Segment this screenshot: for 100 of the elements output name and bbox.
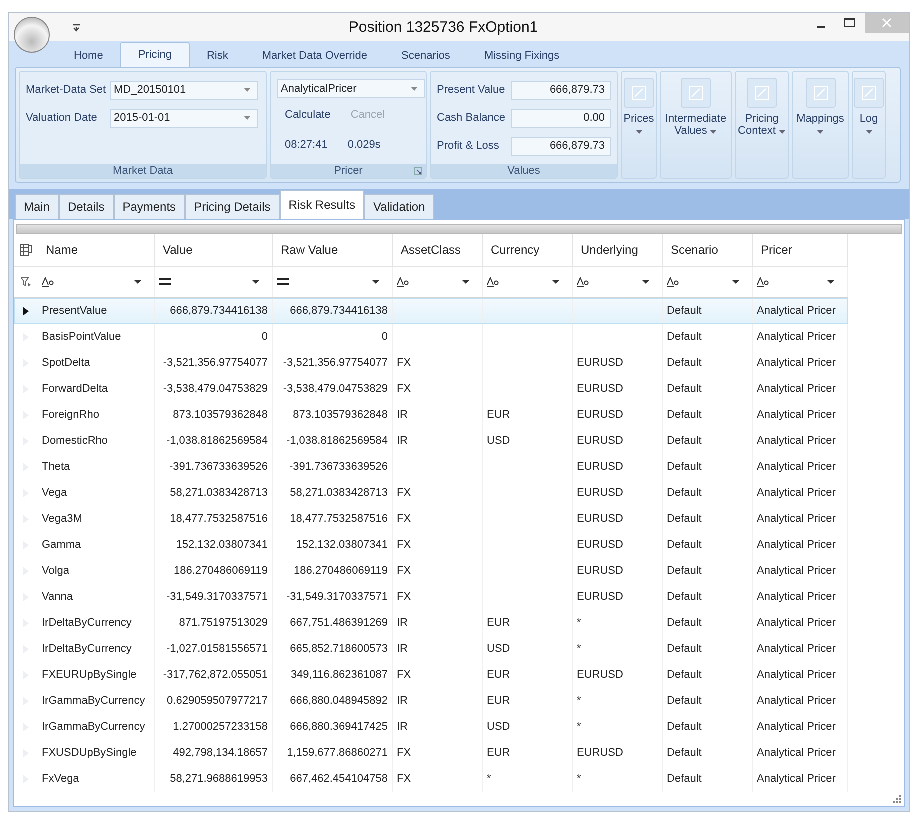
column-chooser-icon[interactable]	[20, 244, 32, 256]
ribbon-button[interactable]: Prices	[621, 71, 657, 179]
table-cell: Default	[667, 461, 702, 473]
table-cell: -1,038.81862569584	[166, 435, 268, 447]
table-cell: -317,762,872.055051	[163, 669, 268, 681]
application-menu-button[interactable]	[14, 17, 50, 53]
document-tab[interactable]: Main	[15, 194, 60, 219]
ribbon-tab[interactable]: Pricing	[120, 42, 190, 67]
column-header[interactable]: Scenario	[663, 234, 753, 266]
table-cell: 152,132.03807341	[296, 539, 388, 551]
ribbon-tab[interactable]: Missing Fixings	[467, 45, 577, 67]
table-cell: *	[577, 695, 582, 707]
dropdown-caret-icon[interactable]	[252, 280, 260, 284]
document-tab[interactable]: Risk Results	[280, 190, 364, 219]
text-filter-icon[interactable]	[397, 277, 409, 287]
equals-filter-icon[interactable]	[277, 278, 289, 286]
ribbon-tab[interactable]: Market Data Override	[245, 45, 385, 67]
column-header[interactable]: Value	[155, 234, 273, 266]
table-cell: 186.270486069119	[174, 565, 268, 577]
dropdown-caret-icon[interactable]	[372, 280, 380, 284]
table-cell: FXEURUpBySingle	[42, 669, 137, 681]
minimize-icon	[817, 26, 825, 28]
table-cell: 873.103579362848	[173, 409, 268, 421]
table-cell: IR	[397, 721, 408, 733]
text-filter-icon[interactable]	[757, 277, 769, 287]
table-cell: PresentValue	[42, 305, 108, 317]
ribbon-button[interactable]: Calculate	[285, 109, 331, 121]
text-filter-icon[interactable]	[577, 277, 589, 287]
column-header[interactable]: Underlying	[573, 234, 663, 266]
table-cell: -1,027.01581556571	[166, 643, 268, 655]
caret-icon	[411, 86, 418, 90]
maximize-icon	[844, 18, 854, 28]
dropdown-caret-icon[interactable]	[134, 280, 142, 284]
text-filter-icon[interactable]	[487, 277, 499, 287]
ribbon-tab[interactable]: Home	[57, 45, 120, 67]
table-cell: Default	[667, 643, 702, 655]
text-filter-icon[interactable]	[667, 277, 679, 287]
table-cell: EUR	[487, 409, 510, 421]
table-cell: IR	[397, 695, 408, 707]
table-cell: Analytical Pricer	[757, 539, 836, 551]
document-tab[interactable]: Validation	[364, 194, 434, 219]
ribbon-button[interactable]: Pricing Context	[735, 71, 789, 179]
dropdown-field[interactable]: AnalyticalPricer	[277, 79, 425, 98]
selected-row[interactable]: PresentValue 666,879.734416138 666,879.734416138 Default Analytical Pricer	[14, 298, 848, 324]
customize-toolbar-icon[interactable]	[73, 22, 80, 32]
resize-grip-icon[interactable]	[892, 794, 901, 803]
dropdown-caret-icon[interactable]	[552, 280, 560, 284]
document-tab[interactable]: Payments	[114, 194, 186, 219]
caret-icon	[244, 88, 251, 92]
caret-icon	[244, 116, 251, 120]
column-header[interactable]: Raw Value	[273, 234, 393, 266]
table-cell: Default	[667, 747, 702, 759]
table-cell: ForeignRho	[42, 409, 100, 421]
ribbon-tab[interactable]: Scenarios	[384, 45, 468, 67]
table-cell: Analytical Pricer	[757, 513, 836, 525]
column-header[interactable]: Pricer	[753, 234, 848, 266]
dropdown-field[interactable]: 2015-01-01	[110, 108, 258, 128]
table-cell: 18,477.7532587516	[170, 513, 268, 525]
dropdown-caret-icon[interactable]	[642, 280, 650, 284]
equals-filter-icon[interactable]	[159, 278, 171, 286]
table-cell: Analytical Pricer	[757, 747, 836, 759]
value-field[interactable]: 0.00	[511, 108, 611, 128]
table-cell: Analytical Pricer	[757, 721, 836, 733]
table-cell: EURUSD	[577, 565, 624, 577]
ribbon-button[interactable]: Mappings	[792, 71, 849, 179]
table-cell: Analytical Pricer	[757, 695, 836, 707]
ribbon-button[interactable]: Intermediate Values	[660, 71, 732, 179]
table-cell: FX	[397, 383, 412, 395]
table-cell: EURUSD	[577, 669, 624, 681]
document-tab[interactable]: Details	[59, 194, 114, 219]
table-cell: Default	[667, 383, 702, 395]
table-cell: 665,852.718600573	[290, 643, 388, 655]
table-cell: FX	[397, 591, 412, 603]
table-cell: Default	[667, 669, 702, 681]
document-tab[interactable]: Pricing Details	[185, 194, 280, 219]
table-cell: 666,879.734416138	[170, 305, 268, 317]
value-field[interactable]: 666,879.73	[511, 80, 611, 100]
column-header[interactable]: AssetClass	[393, 234, 483, 266]
group-label: Values	[431, 164, 617, 178]
table-cell: FX	[397, 669, 412, 681]
value-field[interactable]: 666,879.73	[511, 136, 611, 156]
table-cell: 666,879.734416138	[290, 305, 388, 317]
ribbon-button[interactable]: Log	[852, 71, 886, 179]
dropdown-caret-icon[interactable]	[462, 280, 470, 284]
table-cell: 1,159,677.86860271	[287, 747, 388, 759]
dropdown-caret-icon[interactable]	[732, 280, 740, 284]
table-cell: EURUSD	[577, 409, 624, 421]
dropdown-field[interactable]: MD_20150101	[110, 80, 258, 100]
column-header[interactable]: Name	[38, 234, 155, 266]
dialog-launcher-icon[interactable]	[414, 167, 422, 175]
table-cell: EUR	[487, 669, 510, 681]
filter-icon[interactable]	[21, 277, 31, 287]
table-cell: 58,271.9688619953	[170, 773, 268, 785]
column-header[interactable]: Currency	[483, 234, 573, 266]
table-cell: Analytical Pricer	[757, 435, 836, 447]
table-cell: -3,538,479.04753829	[163, 383, 268, 395]
table-cell: -1,038.81862569584	[286, 435, 388, 447]
dropdown-caret-icon[interactable]	[827, 280, 835, 284]
text-filter-icon[interactable]	[42, 277, 54, 287]
ribbon-tab[interactable]: Risk	[190, 45, 246, 67]
